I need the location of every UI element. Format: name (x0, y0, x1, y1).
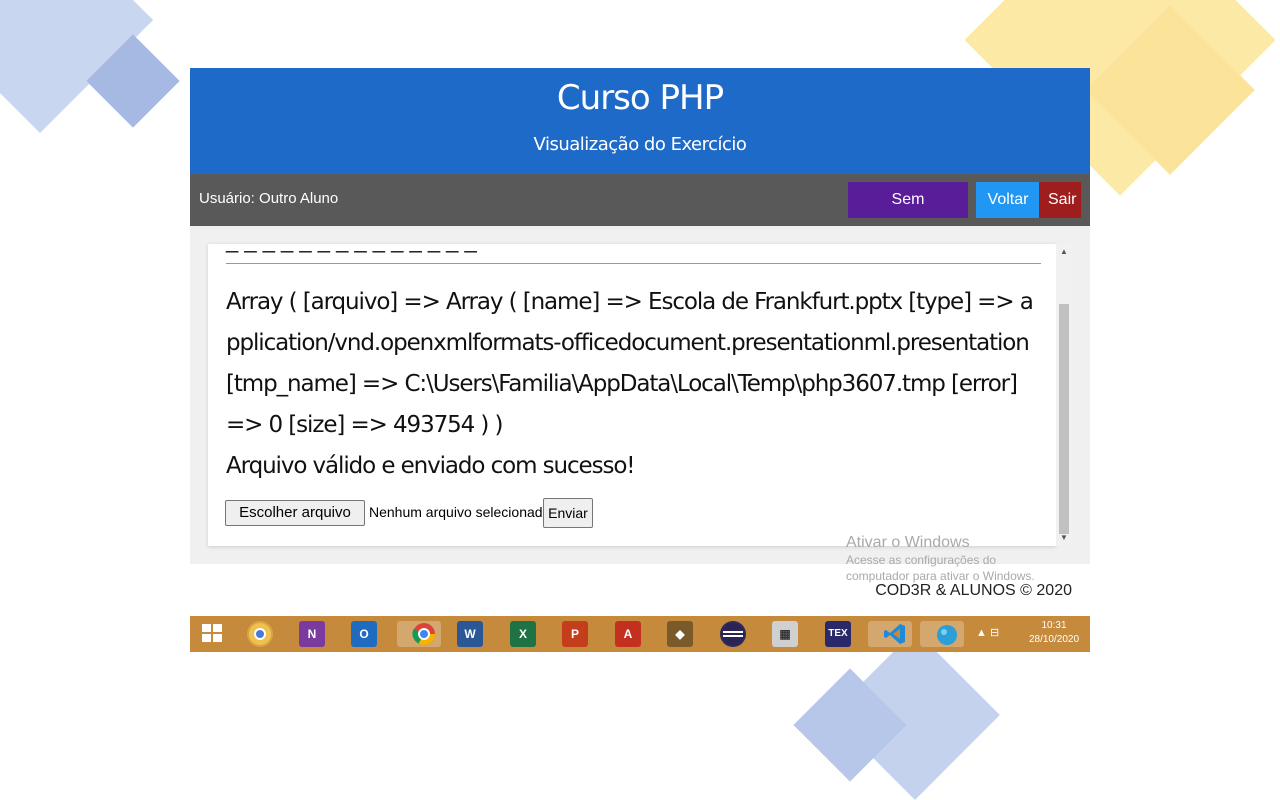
copyright: COD3R & ALUNOS © 2020 (875, 582, 1072, 599)
word-icon[interactable]: W (457, 621, 483, 647)
powerpoint-icon[interactable]: P (562, 621, 588, 647)
page-subtitle: Visualização do Exercício (533, 134, 747, 155)
tray-icons[interactable]: ▲ ⊟ (976, 626, 999, 639)
taskbar-clock[interactable]: 10:31 28/10/2020 (1024, 619, 1084, 647)
page-header: Curso PHP Visualização do Exercício (190, 68, 1090, 174)
navbar: Usuário: Outro Aluno Sem formatação Volt… (190, 174, 1090, 244)
divider (226, 263, 1041, 264)
outlook-icon[interactable]: O (351, 621, 377, 647)
game-icon[interactable]: ◆ (667, 621, 693, 647)
vscode-icon[interactable] (868, 621, 912, 647)
exercise-card: _ _ _ _ _ _ _ _ _ _ _ _ _ _ Array ( [arq… (208, 244, 1056, 546)
calculator-icon[interactable]: ▦ (772, 621, 798, 647)
choose-file-button[interactable]: Escolher arquivo (225, 500, 365, 526)
tex-icon[interactable]: TEX (825, 621, 851, 647)
user-label: Usuário: Outro Aluno (199, 190, 339, 207)
mongodb-icon[interactable] (920, 621, 964, 647)
onenote-icon[interactable]: N (299, 621, 325, 647)
eclipse-icon[interactable] (720, 621, 746, 647)
watermark-title: Ativar o Windows (846, 534, 970, 551)
windows-start-icon[interactable] (199, 621, 225, 647)
windows-activation-watermark: Ativar o Windows Acesse as configurações… (846, 534, 1035, 584)
excel-icon[interactable]: X (510, 621, 536, 647)
php-output: Array ( [arquivo] => Array ( [name] => E… (226, 282, 1041, 487)
page-title: Curso PHP (556, 78, 724, 118)
voltar-button[interactable]: Voltar (976, 182, 1040, 218)
screenshot-frame: Curso PHP Visualização do Exercício Usuá… (190, 68, 1090, 652)
vertical-scrollbar[interactable]: ▲ ▼ (1056, 244, 1072, 546)
array-dump: Array ( [arquivo] => Array ( [name] => E… (226, 289, 1034, 438)
sair-button[interactable]: Sair (1039, 182, 1081, 218)
file-status-text: Nenhum arquivo selecionado (369, 504, 551, 520)
chrome-canary-icon[interactable] (247, 621, 273, 647)
scroll-up-icon[interactable]: ▲ (1056, 244, 1072, 260)
watermark-line: computador para ativar o Windows. (846, 569, 1035, 583)
scroll-down-icon[interactable]: ▼ (1056, 530, 1072, 546)
clock-date: 28/10/2020 (1028, 634, 1080, 645)
clock-time: 10:31 (1041, 620, 1067, 631)
chrome-icon[interactable] (397, 621, 441, 647)
acrobat-icon[interactable]: A (615, 621, 641, 647)
content-area: _ _ _ _ _ _ _ _ _ _ _ _ _ _ Array ( [arq… (190, 226, 1090, 564)
sem-formatacao-button[interactable]: Sem formatação (848, 182, 968, 244)
submit-button[interactable]: Enviar (543, 498, 593, 528)
success-message: Arquivo válido e enviado com sucesso! (226, 453, 636, 479)
windows-taskbar: N O W X P A ◆ ▦ TEX ▲ ⊟ 10:31 28/10/2020 (190, 616, 1090, 652)
truncated-text: _ _ _ _ _ _ _ _ _ _ _ _ _ _ (226, 244, 477, 254)
scroll-thumb[interactable] (1059, 304, 1069, 534)
watermark-line: Acesse as configurações do (846, 553, 997, 567)
